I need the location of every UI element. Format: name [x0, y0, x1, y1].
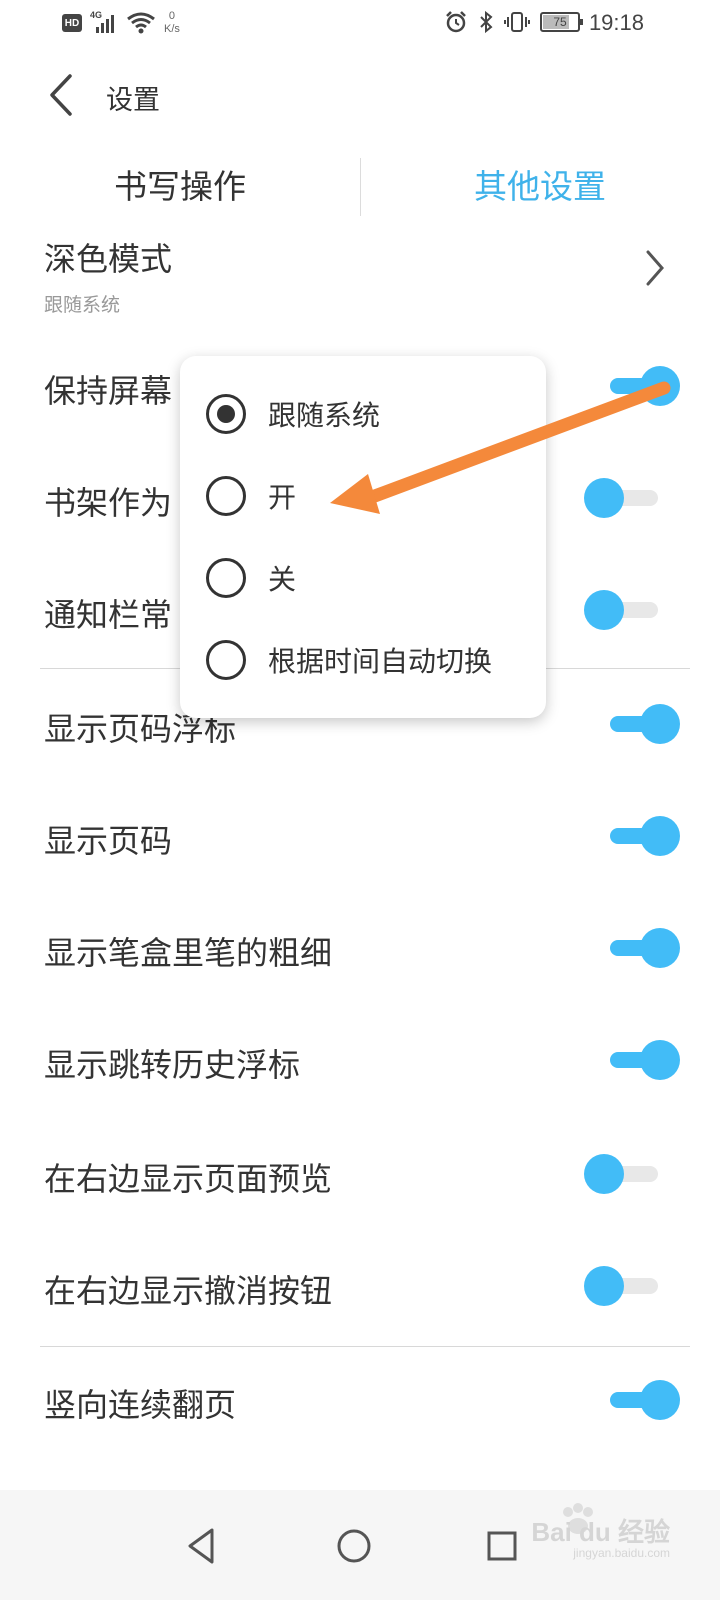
setting-toggle[interactable] [584, 588, 664, 632]
watermark-site: jingyan.baidu.com [573, 1546, 670, 1560]
status-bar-left: HD 4G 0 K/s [62, 10, 180, 36]
setting-toggle[interactable] [584, 476, 664, 520]
option-label: 开 [268, 481, 297, 514]
setting-toggle[interactable] [584, 1152, 664, 1196]
setting-row-jump-history: 显示跳转历史浮标 [0, 1030, 720, 1094]
network-speed: 0 K/s [164, 10, 180, 36]
network-speed-value: 0 [168, 10, 176, 22]
network-type: 4G [90, 10, 103, 20]
popup-option-on[interactable]: 开 [180, 462, 546, 532]
setting-label: 竖向连续翻页 [44, 1386, 237, 1424]
wifi-icon [127, 12, 155, 34]
square-recent-icon [487, 1531, 517, 1561]
nav-back-button[interactable] [162, 1506, 242, 1586]
radio-button[interactable] [206, 558, 246, 598]
header: 设置 [0, 62, 720, 132]
setting-toggle[interactable] [584, 1264, 664, 1308]
setting-toggle[interactable] [600, 814, 680, 858]
setting-label: 保持屏幕 [44, 372, 173, 410]
setting-label: 显示笔盒里笔的粗细 [44, 934, 333, 972]
clock: 19:18 [588, 10, 644, 35]
back-button[interactable] [40, 70, 84, 120]
baidu-watermark: Bai du 经验 jingyan.baidu.com [530, 1502, 670, 1562]
tab-bar: 书写操作 其他设置 [0, 150, 720, 218]
bluetooth-icon [480, 10, 493, 34]
option-label: 跟随系统 [268, 399, 381, 432]
option-label: 关 [268, 563, 297, 596]
chevron-right-icon [646, 250, 664, 286]
setting-toggle[interactable] [600, 364, 680, 408]
setting-row-page-preview: 在右边显示页面预览 [0, 1144, 720, 1208]
setting-row-vertical-scroll: 竖向连续翻页 [0, 1370, 720, 1434]
alarm-icon [446, 11, 466, 33]
vibrate-icon [504, 12, 530, 32]
page-title: 设置 [106, 85, 160, 116]
chevron-left-icon [50, 74, 72, 116]
dark-mode-row[interactable]: 深色模式 跟随系统 [0, 228, 720, 320]
dark-mode-value: 跟随系统 [44, 294, 121, 316]
tab-other-settings[interactable]: 其他设置 [360, 150, 720, 218]
option-label: 根据时间自动切换 [268, 645, 493, 678]
setting-label: 显示跳转历史浮标 [44, 1046, 301, 1084]
battery-level: 75 [553, 15, 567, 29]
circle-home-icon [337, 1529, 371, 1563]
setting-toggle[interactable] [600, 702, 680, 746]
setting-row-undo-button: 在右边显示撤消按钮 [0, 1256, 720, 1320]
nav-home-button[interactable] [314, 1506, 394, 1586]
setting-row-page-number: 显示页码 [0, 806, 720, 870]
hd-badge: HD [62, 14, 82, 32]
popup-option-auto-by-time[interactable]: 根据时间自动切换 [180, 626, 546, 696]
triangle-back-icon [188, 1528, 214, 1564]
dark-mode-popup: 跟随系统 开 关 根据时间自动切换 [180, 356, 546, 718]
cell-signal-icon: 4G [90, 10, 118, 34]
setting-row-pen-thickness: 显示笔盒里笔的粗细 [0, 918, 720, 982]
radio-button[interactable] [206, 640, 246, 680]
setting-toggle[interactable] [600, 1038, 680, 1082]
setting-label: 显示页码 [44, 822, 173, 860]
setting-toggle[interactable] [600, 926, 680, 970]
network-speed-unit: K/s [164, 23, 180, 35]
setting-label: 在右边显示撤消按钮 [44, 1272, 333, 1310]
setting-label: 通知栏常 [44, 596, 173, 634]
popup-option-follow-system[interactable]: 跟随系统 [180, 380, 546, 450]
setting-label: 书架作为 [44, 484, 173, 522]
popup-option-off[interactable]: 关 [180, 544, 546, 614]
watermark-brand: Bai du 经验 [531, 1517, 670, 1547]
tab-writing-operations[interactable]: 书写操作 [0, 150, 360, 218]
status-bar-right: 75 [444, 10, 583, 34]
radio-button[interactable] [206, 394, 246, 434]
dark-mode-label: 深色模式 [44, 240, 173, 278]
setting-toggle[interactable] [600, 1378, 680, 1422]
status-bar: HD 4G 0 K/s 75 19:18 [0, 0, 720, 50]
navigation-bar: Bai du 经验 jingyan.baidu.com [0, 1490, 720, 1600]
battery-indicator: 75 [540, 12, 583, 32]
setting-label: 在右边显示页面预览 [44, 1160, 333, 1198]
radio-button[interactable] [206, 476, 246, 516]
section-divider [40, 1346, 690, 1347]
